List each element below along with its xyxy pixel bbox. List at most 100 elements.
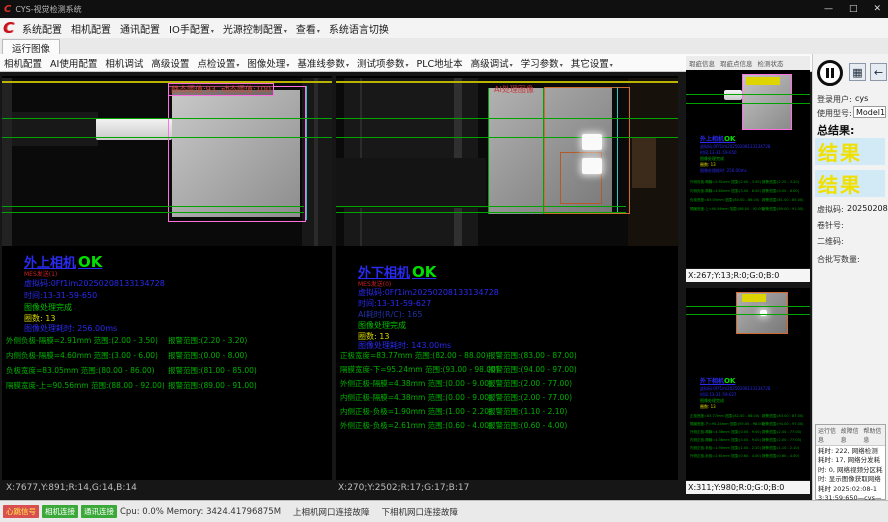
threshold-overlay-text: 静态阈值:93, 动态阈值:100 [168, 83, 274, 96]
tool-baseline-params[interactable]: 基准线参数▾ [297, 56, 349, 70]
alarm-range: 报警范围:(83.00 - 87.00) [488, 350, 577, 361]
pause-icon [826, 68, 829, 78]
mini-threshold-highlight [746, 77, 780, 85]
thumbnail-header: 瑕疵信息 瑕疵点信息 检测状态 [686, 56, 810, 70]
led-reflection [582, 158, 602, 174]
close-button[interactable]: ✕ [870, 4, 884, 14]
camera-link-indicator: 相机连接 [42, 505, 78, 518]
pause-button[interactable] [817, 60, 843, 86]
info-tab-help[interactable]: 帮助信息 [863, 426, 883, 444]
virtual-code-value: 20250208 [847, 204, 888, 213]
lower-camera-alarm: 下相机网口连接故障 [382, 506, 459, 518]
ai-elapsed: AI耗时(R/C): 165 [358, 309, 422, 320]
overlay-green-line [336, 212, 626, 213]
thumb-bottom-coords: X:311;Y:980;R:0;G:0;B:0 [686, 481, 810, 494]
alarm-range: 报警范围:(94.00 - 97.00) [488, 364, 577, 375]
tool-spot-check[interactable]: 点检设置▾ [197, 56, 239, 70]
menu-item-light-config[interactable]: 光源控制配置▾ [223, 21, 287, 36]
minimize-button[interactable]: — [821, 4, 836, 14]
chevron-down-icon: ▾ [405, 62, 408, 69]
left-camera-photo: 静态阈值:93, 动态阈值:100 [2, 78, 332, 246]
alarm-range: 报警范围:(0.60 - 4.00) [488, 420, 567, 431]
process-done: 图像处理完成 [24, 302, 72, 313]
overlay-green-line [336, 118, 678, 119]
chevron-down-icon: ▾ [610, 62, 613, 69]
overlay-green-vline [543, 88, 544, 214]
maximize-button[interactable]: □ [846, 4, 861, 14]
login-user-value: cys [855, 94, 868, 103]
login-user-label: 登录用户: [817, 94, 852, 105]
measure-row: 外侧正极-负极=2.61mm 范围:(0.60 - 4.00) [340, 420, 492, 431]
thumbnail-top-camera[interactable]: 外上相机OK 虚拟码:0Ff1im20250208133134728 时间:13… [686, 70, 810, 268]
info-tab-run[interactable]: 运行信息 [818, 426, 838, 444]
tool-advanced-settings[interactable]: 高级设置 [151, 56, 189, 70]
menu-item-io-config[interactable]: IO手配置▾ [169, 21, 214, 36]
menu-item-view[interactable]: 查看▾ [296, 21, 320, 36]
model-label: 使用型号: [817, 108, 852, 119]
tool-learning-params[interactable]: 学习参数▾ [521, 56, 563, 70]
result-box-bottom: 结果 [815, 170, 885, 197]
model-input[interactable]: Model1 [853, 106, 886, 118]
measure-row: 内侧正极-负极=1.90mm 范围:(1.00 - 2.20) [340, 406, 492, 417]
needle-number-label: 卷针号: [817, 220, 844, 231]
back-button[interactable]: ← [870, 63, 887, 81]
overlay-green-line [336, 206, 626, 207]
keyboard-icon: ▦ [852, 66, 862, 79]
alarm-range: 报警范围:(1.10 - 2.10) [488, 406, 567, 417]
chevron-down-icon: ▾ [211, 28, 214, 35]
menu-item-comm-config[interactable]: 通讯配置 [120, 21, 160, 36]
tool-test-params[interactable]: 测试项参数▾ [357, 56, 409, 70]
brand-logo-icon: C [3, 19, 14, 37]
pause-icon [831, 68, 834, 78]
cpu-memory-readout: Cpu: 0.0% Memory: 3424.41796875M [120, 507, 281, 517]
tool-advanced-debug[interactable]: 高级调试▾ [471, 56, 513, 70]
tool-camera-debug[interactable]: 相机调试 [105, 56, 143, 70]
tool-image-process[interactable]: 图像处理▾ [247, 56, 289, 70]
led-reflection [582, 134, 602, 150]
tool-ai-config[interactable]: AI使用配置 [50, 56, 97, 70]
virtual-code: 虚拟码:0Ff1im20250208133134728 [358, 287, 499, 298]
alarm-range: 报警范围:(2.00 - 77.00) [488, 378, 572, 389]
thumb-header-detect-state[interactable]: 检测状态 [758, 58, 784, 68]
right-camera-view[interactable]: AI处理图像 外下相机OK MES发送(0) 虚拟码:0Ff1im2025020… [336, 76, 678, 480]
overlay-green-line [336, 137, 678, 138]
right-camera-photo: AI处理图像 [336, 78, 678, 246]
menu-item-language-switch[interactable]: 系统语言切换 [329, 21, 389, 36]
overlay-green-vline [488, 88, 489, 214]
overlay-yellow-line [336, 81, 678, 83]
overlay-cyan-line [617, 87, 618, 212]
menu-item-camera-config[interactable]: 相机配置 [71, 21, 111, 36]
chevron-down-icon: ▾ [317, 28, 320, 35]
tool-camera-config[interactable]: 相机配置 [4, 56, 42, 70]
keyboard-button[interactable]: ▦ [849, 63, 866, 81]
measure-row: 负极宽度=83.05mm 范围:(80.00 - 86.00) [6, 365, 155, 376]
comm-link-indicator: 通讯连接 [81, 505, 117, 518]
capture-time: 时间:13-31-59-627 [358, 298, 431, 309]
chevron-down-icon: ▾ [286, 62, 289, 69]
overlay-pink-rect [168, 86, 306, 222]
virtual-code: 虚拟码:0Ff1im20250208133134728 [24, 278, 165, 289]
tool-plc-address[interactable]: PLC地址本 [416, 56, 462, 70]
menu-bar: C 系统配置 相机配置 通讯配置 IO手配置▾ 光源控制配置▾ 查看▾ 系统语言… [0, 18, 888, 39]
chevron-down-icon: ▾ [510, 62, 513, 69]
batch-count-label: 合批写数量: [817, 254, 860, 265]
alarm-range: 报警范围:(89.00 - 91.00) [168, 380, 257, 391]
process-done: 图像处理完成 [358, 320, 406, 331]
info-tab-fault[interactable]: 故障信息 [841, 426, 861, 444]
capture-time: 时间:13-31-59-650 [24, 290, 97, 301]
thumb-header-defect-point-info[interactable]: 瑕疵点信息 [720, 58, 753, 68]
upper-camera-alarm: 上相机网口连接故障 [293, 506, 370, 518]
measure-row: 外侧正极-隔膜=4.38mm 范围:(0.00 - 9.00) [340, 378, 492, 389]
menu-item-system-config[interactable]: 系统配置 [22, 21, 62, 36]
thumb-header-defect-info[interactable]: 瑕疵信息 [689, 58, 715, 68]
left-camera-view[interactable]: 静态阈值:93, 动态阈值:100 外上相机OK MES发送(1) 虚拟码:0F… [2, 76, 332, 480]
tab-run-image[interactable]: 运行图像 [2, 39, 60, 55]
tool-other-settings[interactable]: 其它设置▾ [571, 56, 613, 70]
chevron-down-icon: ▾ [346, 62, 349, 69]
control-panel: ▦ ← 登录用户: cys 使用型号: Model1 总结果: 结果 结果 虚拟… [812, 54, 888, 500]
status-ok: OK [78, 253, 102, 271]
chevron-down-icon: ▾ [560, 62, 563, 69]
overlay-green-line [2, 137, 332, 138]
thumbnail-bottom-camera[interactable]: 外下相机OK 虚拟码:0Ff1im20250208133134728 时间:13… [686, 288, 810, 480]
window-title: CYS-视觉检测系统 [15, 4, 81, 15]
